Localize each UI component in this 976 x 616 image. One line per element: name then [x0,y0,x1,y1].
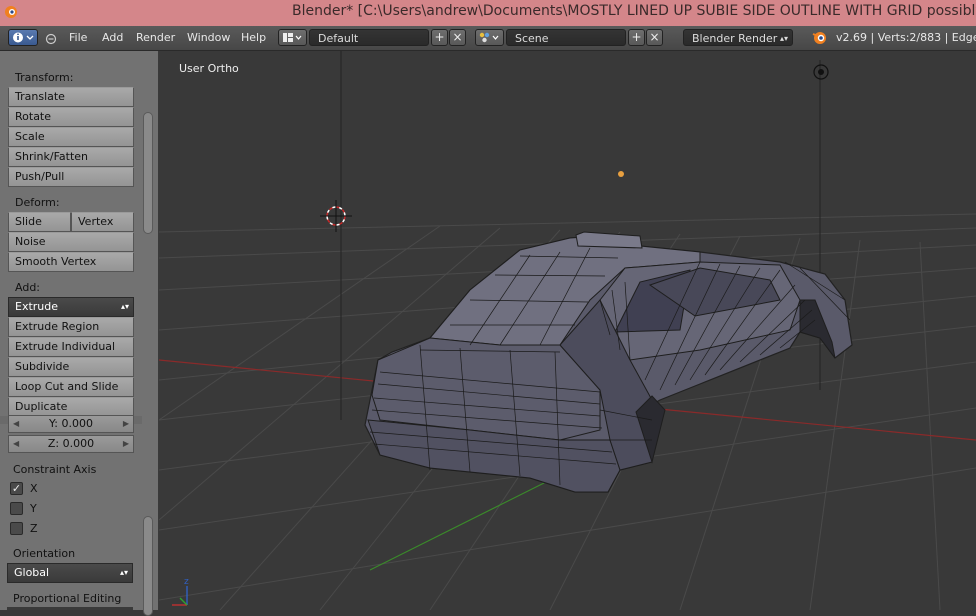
3d-cursor-icon [320,200,352,232]
constraint-y-label: Y [30,502,37,515]
extrude-individual-button[interactable]: Extrude Individual [8,337,134,357]
3d-viewport[interactable]: z [159,51,976,610]
updown-arrow-icon: ▴▾ [119,568,128,577]
noise-button[interactable]: Noise [8,232,134,252]
orientation-heading: Orientation [13,547,76,560]
add-scene-button[interactable]: + [628,29,645,46]
blender-logo-icon [812,32,826,44]
extrude-region-button[interactable]: Extrude Region [8,317,134,337]
menu-window[interactable]: Window [187,26,230,50]
layout-icon [283,33,302,42]
render-engine-label: Blender Render [692,32,778,45]
constraint-x-checkbox[interactable]: ✓ [10,482,23,495]
constraint-z-checkbox[interactable] [10,522,23,535]
updown-arrow-icon: ▴▾ [120,302,129,311]
transform-heading: Transform: [15,71,74,84]
constraint-x-label: X [30,482,38,495]
extrude-label: Extrude [15,300,59,313]
extrude-dropdown[interactable]: Extrude ▴▾ [8,297,134,317]
toolshelf-scrollbar-top[interactable] [143,112,153,234]
translate-button[interactable]: Translate [8,87,134,107]
add-screen-button[interactable]: + [431,29,448,46]
screen-layout-name: Default [318,32,359,45]
y-value-field[interactable]: ◀ Y: 0.000 ▶ [8,415,134,433]
svg-text:z: z [184,577,189,587]
rotate-button[interactable]: Rotate [8,107,134,127]
shrink-fatten-button[interactable]: Shrink/Fatten [8,147,134,167]
menu-render[interactable]: Render [136,26,175,50]
screen-layout-browse-button[interactable] [278,29,307,46]
render-engine-dropdown[interactable]: Blender Render ▴▾ [683,29,793,46]
scene-name: Scene [515,32,549,45]
plus-icon: + [434,30,445,44]
menu-add[interactable]: Add [102,26,123,50]
scene-icon [479,32,499,43]
orientation-value: Global [14,566,50,579]
lamp-icon[interactable] [813,64,829,80]
scale-button[interactable]: Scale [8,127,134,147]
object-origin-icon [618,171,624,177]
subdivide-button[interactable]: Subdivide [8,357,134,377]
viewport-view-label: User Ortho [179,62,239,75]
blender-logo-icon [5,6,17,18]
axis-gizmo-icon: z [172,577,189,606]
right-arrow-icon: ▶ [122,419,129,428]
editor-type-button[interactable] [8,29,38,46]
left-arrow-icon: ◀ [13,439,20,448]
toolshelf-scrollbar-bottom[interactable] [143,516,153,616]
window-title: Blender* [C:\Users\andrew\Documents\MOST… [292,3,976,19]
smooth-vertex-button[interactable]: Smooth Vertex [8,252,134,272]
z-value-field[interactable]: ◀ Z: 0.000 ▶ [8,435,134,453]
screen-layout-field[interactable]: Default [309,29,429,46]
plus-icon: + [631,30,642,44]
info-icon [13,32,34,43]
y-value-text: Y: 0.000 [49,417,93,430]
add-heading: Add: [15,281,41,294]
car-mesh[interactable] [364,231,853,493]
z-value-text: Z: 0.000 [47,437,95,450]
right-arrow-icon: ▶ [122,439,129,448]
window-titlebar: Blender* [C:\Users\andrew\Documents\MOST… [0,0,976,26]
left-arrow-icon: ◀ [13,419,20,428]
menu-file[interactable]: File [69,26,87,50]
collapse-menus-icon[interactable] [45,33,57,45]
close-icon: × [452,30,463,44]
loop-cut-slide-button[interactable]: Loop Cut and Slide [8,377,134,397]
delete-screen-button[interactable]: × [449,29,466,46]
menu-help[interactable]: Help [241,26,266,50]
viewport-canvas: z [159,51,976,610]
constraint-z-label: Z [30,522,38,535]
delete-scene-button[interactable]: × [646,29,663,46]
close-icon: × [649,30,660,44]
slide-edge-button[interactable]: Slide Edge [8,212,71,246]
constraint-y-checkbox[interactable] [10,502,23,515]
push-pull-button[interactable]: Push/Pull [8,167,134,187]
scene-statistics: v2.69 | Verts:2/883 | Edges: [836,31,976,44]
updown-arrow-icon: ▴▾ [779,34,788,43]
info-header: File Add Render Window Help Default + × … [0,26,976,51]
deform-heading: Deform: [15,196,60,209]
checkmark-icon: ✓ [11,482,22,495]
duplicate-button[interactable]: Duplicate [8,397,134,417]
constraint-axis-heading: Constraint Axis [13,463,97,476]
scene-field[interactable]: Scene [506,29,626,46]
proportional-editing-heading: Proportional Editing [13,592,122,605]
orientation-dropdown[interactable]: Global ▴▾ [7,563,133,583]
scene-browse-button[interactable] [475,29,504,46]
slide-vertex-button[interactable]: Vertex [71,212,134,232]
